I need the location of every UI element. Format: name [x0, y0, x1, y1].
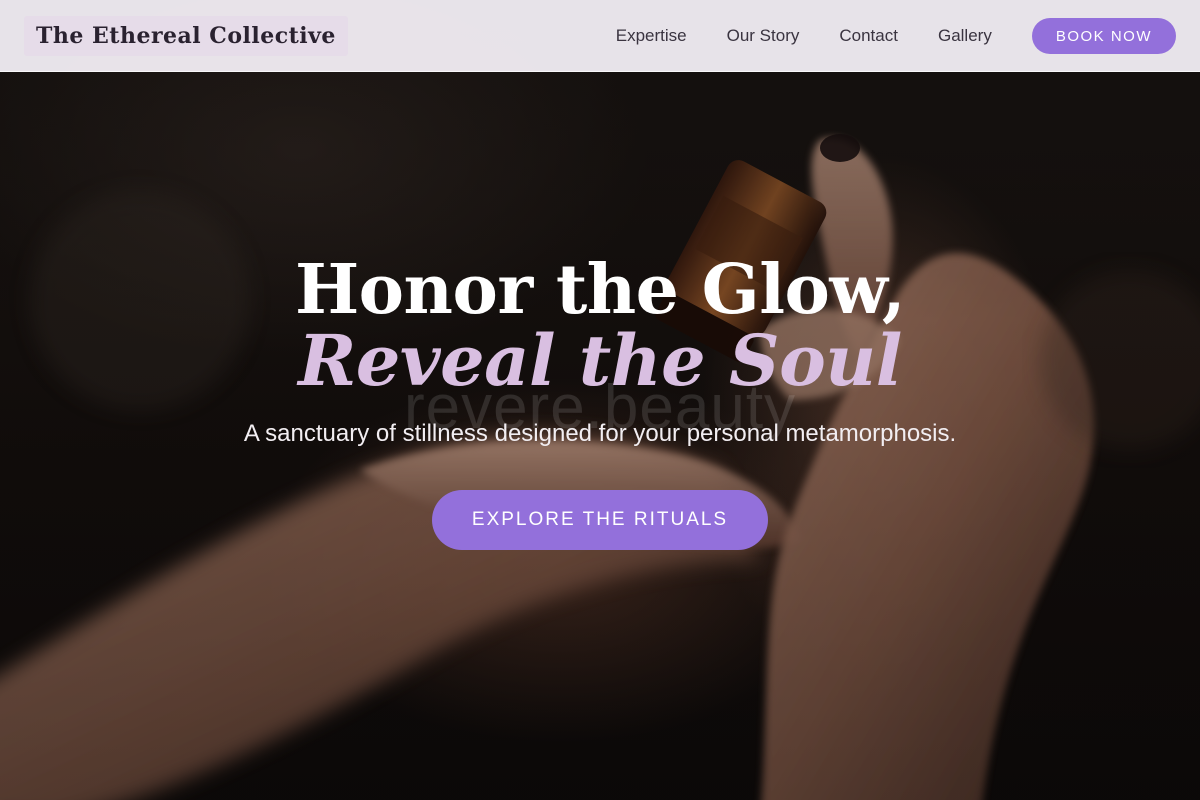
- nav-link-contact[interactable]: Contact: [839, 26, 898, 46]
- site-header: The Ethereal Collective Expertise Our St…: [0, 0, 1200, 72]
- hero-headline-line2: Reveal the Soul: [298, 319, 902, 402]
- hero-cta-container: EXPLORE THE RITUALS: [0, 490, 1200, 550]
- nav-link-gallery[interactable]: Gallery: [938, 26, 992, 46]
- book-now-button[interactable]: BOOK NOW: [1031, 18, 1176, 54]
- site-logo[interactable]: The Ethereal Collective: [24, 16, 348, 56]
- explore-rituals-button[interactable]: EXPLORE THE RITUALS: [431, 490, 769, 550]
- hero-tagline: A sanctuary of stillness designed for yo…: [243, 420, 957, 447]
- nav-link-expertise[interactable]: Expertise: [616, 26, 687, 46]
- nav-link-our-story[interactable]: Our Story: [727, 26, 800, 46]
- main-nav: Expertise Our Story Contact Gallery BOOK…: [616, 0, 1176, 72]
